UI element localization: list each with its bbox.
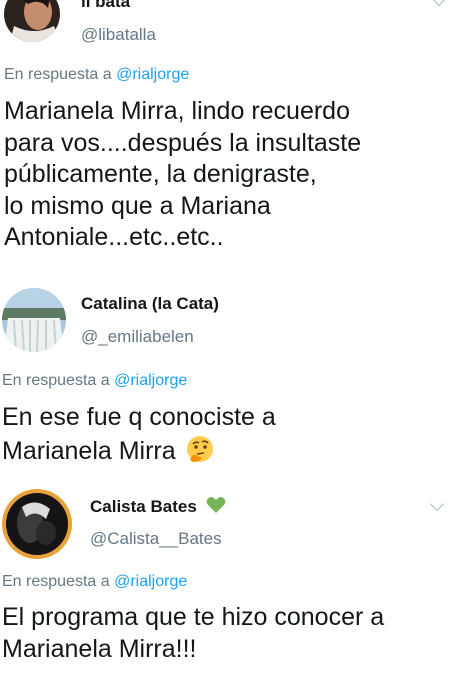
reply-prefix: En respuesta a bbox=[4, 66, 112, 83]
tweet-text-line: lo mismo que a Mariana bbox=[4, 191, 271, 220]
user-handle[interactable]: @_emiliabelen bbox=[81, 327, 194, 347]
chevron-down-icon[interactable] bbox=[429, 496, 445, 512]
tweet-text-line: En ese fue q conociste a bbox=[2, 403, 276, 431]
tweet-calista-bates: Calista Bates @Calista__Bates En respues… bbox=[0, 486, 450, 675]
tweet-text-line: públicamente, la denigraste, bbox=[4, 160, 317, 188]
reply-context: En respuesta a @rialjorge bbox=[4, 66, 189, 84]
tweet-text-line: para vos....después la insultaste bbox=[4, 128, 362, 157]
tweet-text: El programa que te hizo conocer a Marian… bbox=[2, 602, 384, 665]
avatar[interactable] bbox=[2, 489, 72, 559]
tweet-text-line: Marianela Mirra, lindo recuerdo bbox=[4, 97, 350, 125]
reply-context: En respuesta a @rialjorge bbox=[2, 573, 187, 591]
tweet-text-line: El programa que te hizo conocer a bbox=[2, 603, 385, 631]
green-heart-icon bbox=[206, 497, 225, 513]
thinking-face-emoji-icon bbox=[186, 435, 213, 462]
tweet-text: En ese fue q conociste a Marianela Mirra bbox=[2, 402, 276, 467]
tweet-libatalla: li bata @libatalla En respuesta a @rialj… bbox=[0, 0, 450, 280]
tweet-text: Marianela Mirra, lindo recuerdo para vos… bbox=[4, 96, 361, 254]
display-name[interactable]: Calista Bates bbox=[90, 496, 226, 517]
display-name[interactable]: li bata bbox=[81, 0, 130, 12]
waterfall-photo-icon bbox=[2, 288, 66, 352]
avatar[interactable] bbox=[4, 0, 60, 42]
reply-prefix: En respuesta a bbox=[2, 372, 110, 389]
user-photo-icon bbox=[10, 0, 60, 42]
display-name[interactable]: Catalina (la Cata) bbox=[81, 294, 219, 314]
user-photo-icon bbox=[6, 493, 68, 555]
reply-context: En respuesta a @rialjorge bbox=[2, 372, 187, 390]
avatar[interactable] bbox=[2, 288, 66, 352]
chevron-down-icon[interactable] bbox=[431, 0, 447, 7]
reply-mention-link[interactable]: @rialjorge bbox=[114, 573, 187, 590]
tweet-text-line: Marianela Mirra bbox=[2, 434, 276, 468]
reply-mention-link[interactable]: @rialjorge bbox=[116, 66, 189, 83]
tweet-text-line: Marianela Mirra!!! bbox=[2, 634, 197, 663]
tweet-text-line: Antoniale...etc..etc.. bbox=[4, 223, 224, 251]
reply-prefix: En respuesta a bbox=[2, 573, 110, 590]
user-handle[interactable]: @Calista__Bates bbox=[90, 529, 222, 549]
user-handle[interactable]: @libatalla bbox=[81, 25, 156, 45]
tweet-emiliabelen: Catalina (la Cata) @_emiliabelen En resp… bbox=[0, 283, 450, 483]
reply-mention-link[interactable]: @rialjorge bbox=[114, 372, 187, 389]
